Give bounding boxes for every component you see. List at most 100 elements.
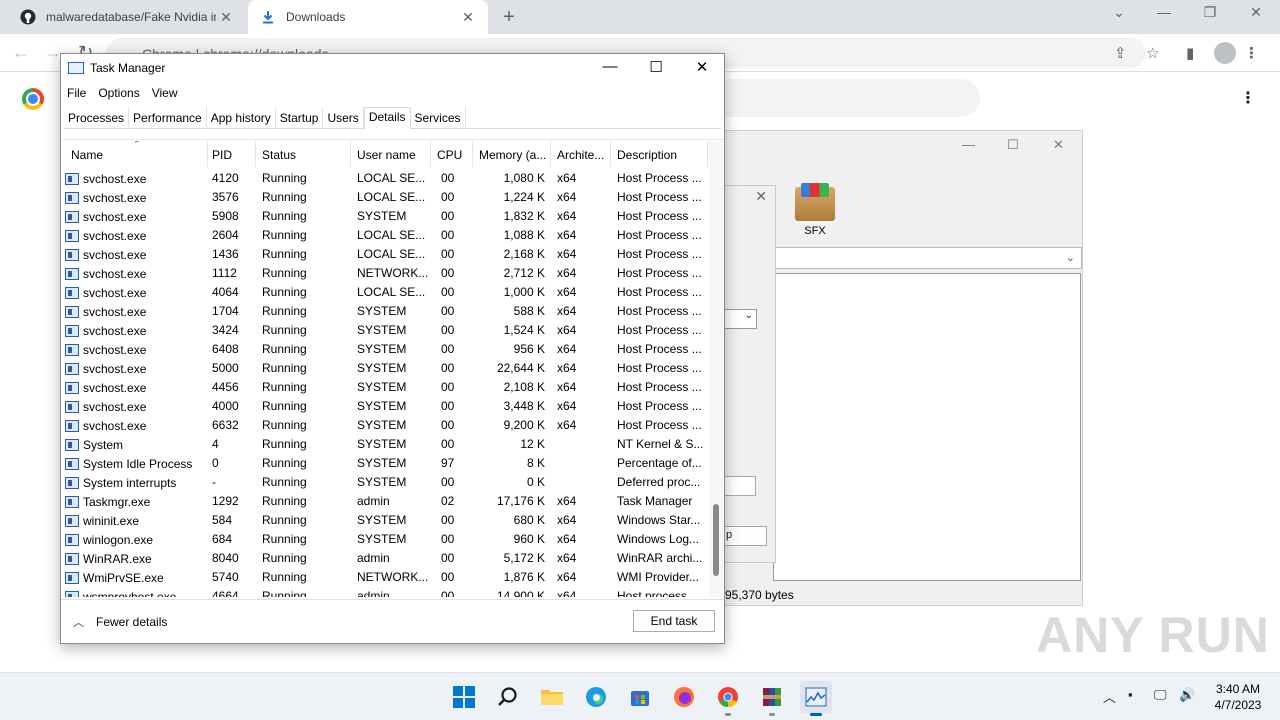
table-row[interactable]: svchost.exe 1436 Running LOCAL SE... 00 2,168… (61, 244, 708, 263)
architecture-cell (557, 472, 597, 491)
share-icon[interactable]: ⇪ (1114, 44, 1127, 62)
tab-startup[interactable]: Startup (276, 107, 324, 129)
table-row[interactable]: wsmprovhost.exe 4664 Running admin 00 14,900 … (61, 586, 708, 597)
close-button[interactable]: ✕ (687, 58, 717, 76)
column-header-user-name[interactable]: User name (351, 141, 431, 167)
table-row[interactable]: System Idle Process 0 Running SYSTEM 97 8 K Pe… (61, 453, 708, 472)
winrar-close-button[interactable]: ✕ (1053, 137, 1064, 153)
dialog-input[interactable] (724, 476, 756, 496)
table-row[interactable]: System 4 Running SYSTEM 00 12 K NT Kernel & S.… (61, 434, 708, 453)
table-row[interactable]: svchost.exe 2604 Running LOCAL SE... 00 1,088… (61, 225, 708, 244)
system-clock[interactable]: 3:40 AM 4/7/2023 (1206, 681, 1270, 713)
menu-view[interactable]: View (146, 84, 184, 104)
network-icon[interactable]: 🖵 (1154, 687, 1167, 703)
table-row[interactable]: svchost.exe 4456 Running SYSTEM 00 2,108 K x64… (61, 377, 708, 396)
close-window-button[interactable]: ✕ (1244, 4, 1268, 21)
table-row[interactable]: WmiPrvSE.exe 5740 Running NETWORK... 00 1,876… (61, 567, 708, 586)
table-row[interactable]: svchost.exe 1704 Running SYSTEM 00 588 K x64 Ho… (61, 301, 708, 320)
task-manager-taskbar-button[interactable] (800, 681, 832, 716)
scrollbar-thumb[interactable] (713, 504, 719, 576)
status-cell: Running (262, 247, 307, 261)
downloads-menu-icon[interactable]: ⋮ (1240, 88, 1256, 108)
file-explorer-button[interactable] (536, 681, 568, 713)
side-panel-icon[interactable]: ▮ (1186, 44, 1194, 62)
firefox-button[interactable] (668, 681, 700, 713)
dialog-combo[interactable]: ⌄ (724, 309, 757, 329)
column-header-status[interactable]: Status (256, 141, 351, 167)
table-row[interactable]: svchost.exe 4120 Running LOCAL SE... 00 1,080… (61, 168, 708, 187)
search-button[interactable] (492, 681, 524, 713)
winrar-button[interactable] (756, 681, 788, 716)
show-hidden-icons-chevron-icon[interactable]: ︿ (1103, 687, 1116, 706)
notification-app-icon[interactable]: ▪ (1128, 687, 1133, 702)
table-row[interactable]: svchost.exe 6408 Running SYSTEM 00 956 K x64 Ho… (61, 339, 708, 358)
winrar-file-list[interactable] (773, 273, 1081, 581)
column-header-memory[interactable]: Memory (a... (473, 141, 551, 167)
edge-button[interactable] (580, 681, 612, 713)
tab-downloads[interactable]: Downloads ✕ (248, 0, 488, 34)
process-name-cell: svchost.exe (65, 187, 205, 206)
close-tab-icon[interactable]: ✕ (216, 9, 236, 26)
tab-services[interactable]: Services (411, 107, 466, 129)
column-header-pid[interactable]: PID (206, 141, 256, 167)
maximize-button[interactable]: ☐ (641, 58, 671, 76)
chrome-button[interactable] (712, 681, 744, 716)
description-cell: Host process ... (617, 589, 701, 597)
tab-performance[interactable]: Performance (129, 107, 207, 129)
back-icon[interactable]: ← (12, 42, 30, 63)
table-row[interactable]: svchost.exe 4000 Running SYSTEM 00 3,448 K x64… (61, 396, 708, 415)
tab-users[interactable]: Users (323, 107, 364, 129)
status-cell: Running (262, 513, 307, 527)
column-header-description[interactable]: Description (611, 141, 708, 167)
tab-github[interactable]: malwaredatabase/Fake Nvidia in ✕ (8, 0, 246, 34)
table-row[interactable]: svchost.exe 1112 Running NETWORK... 00 2,712 … (61, 263, 708, 282)
architecture-cell: x64 (557, 209, 577, 223)
new-tab-button[interactable]: + (498, 6, 520, 29)
winrar-maximize-button[interactable]: ☐ (1007, 137, 1019, 153)
table-row[interactable]: wininit.exe 584 Running SYSTEM 00 680 K x64 Win… (61, 510, 708, 529)
profile-avatar[interactable] (1214, 42, 1236, 64)
bookmark-star-icon[interactable]: ☆ (1146, 44, 1159, 62)
menu-file[interactable]: File (61, 84, 92, 104)
menu-options[interactable]: Options (92, 84, 145, 104)
table-row[interactable]: svchost.exe 3424 Running SYSTEM 00 1,524 K x64… (61, 320, 708, 339)
winrar-minimize-button[interactable]: — (962, 137, 975, 152)
table-row[interactable]: svchost.exe 5000 Running SYSTEM 00 22,644 K x6… (61, 358, 708, 377)
tab-app-history[interactable]: App history (207, 107, 276, 129)
table-row[interactable]: svchost.exe 4064 Running LOCAL SE... 00 1,000… (61, 282, 708, 301)
table-row[interactable]: WinRAR.exe 8040 Running admin 00 5,172 K x64 Wi… (61, 548, 708, 567)
vertical-scrollbar[interactable] (709, 141, 723, 597)
dialog-button[interactable]: p (724, 526, 767, 546)
dialog-close-icon[interactable]: ✕ (755, 188, 767, 205)
fewer-details-link[interactable]: ︿ Fewer details (73, 614, 167, 630)
winrar-address-combo[interactable]: ⌄ (725, 247, 1082, 269)
restore-button[interactable]: ❐ (1198, 4, 1222, 21)
minimize-button[interactable]: — (595, 58, 625, 75)
column-header-cpu[interactable]: CPU (431, 141, 473, 167)
volume-icon[interactable]: 🔊 (1179, 687, 1195, 703)
table-row[interactable]: Taskmgr.exe 1292 Running admin 02 17,176 K x64… (61, 491, 708, 510)
process-icon (65, 534, 79, 546)
end-task-button[interactable]: End task (633, 610, 715, 632)
start-button[interactable] (448, 681, 480, 713)
column-header-name[interactable]: ⌃ Name (65, 141, 208, 167)
table-row[interactable]: System interrupts - Running SYSTEM 00 0 K Defe… (61, 472, 708, 491)
minimize-button[interactable]: — (1152, 4, 1176, 20)
store-button[interactable] (624, 681, 656, 713)
chrome-menu-icon[interactable]: ⋮ (1244, 44, 1259, 62)
tab-processes[interactable]: Processes (64, 107, 130, 129)
architecture-cell: x64 (557, 513, 577, 527)
sfx-toolbar-button[interactable]: SFX (793, 183, 837, 237)
table-row[interactable]: svchost.exe 3576 Running LOCAL SE... 00 1,224… (61, 187, 708, 206)
table-row[interactable]: svchost.exe 6632 Running SYSTEM 00 9,200 K x64… (61, 415, 708, 434)
table-row[interactable]: svchost.exe 5908 Running SYSTEM 00 1,832 K x64… (61, 206, 708, 225)
winrar-status-bar: 95,370 bytes (725, 586, 1082, 606)
close-tab-icon[interactable]: ✕ (458, 9, 478, 26)
status-cell: Running (262, 342, 307, 356)
downloads-search-input[interactable] (700, 79, 980, 117)
tab-details[interactable]: Details (363, 107, 411, 130)
tab-search-icon[interactable]: ⌄ (1107, 4, 1131, 21)
column-header-architecture[interactable]: Archite... (551, 141, 611, 167)
cpu-cell: 00 (441, 266, 455, 280)
table-row[interactable]: winlogon.exe 684 Running SYSTEM 00 960 K x64 Wi… (61, 529, 708, 548)
